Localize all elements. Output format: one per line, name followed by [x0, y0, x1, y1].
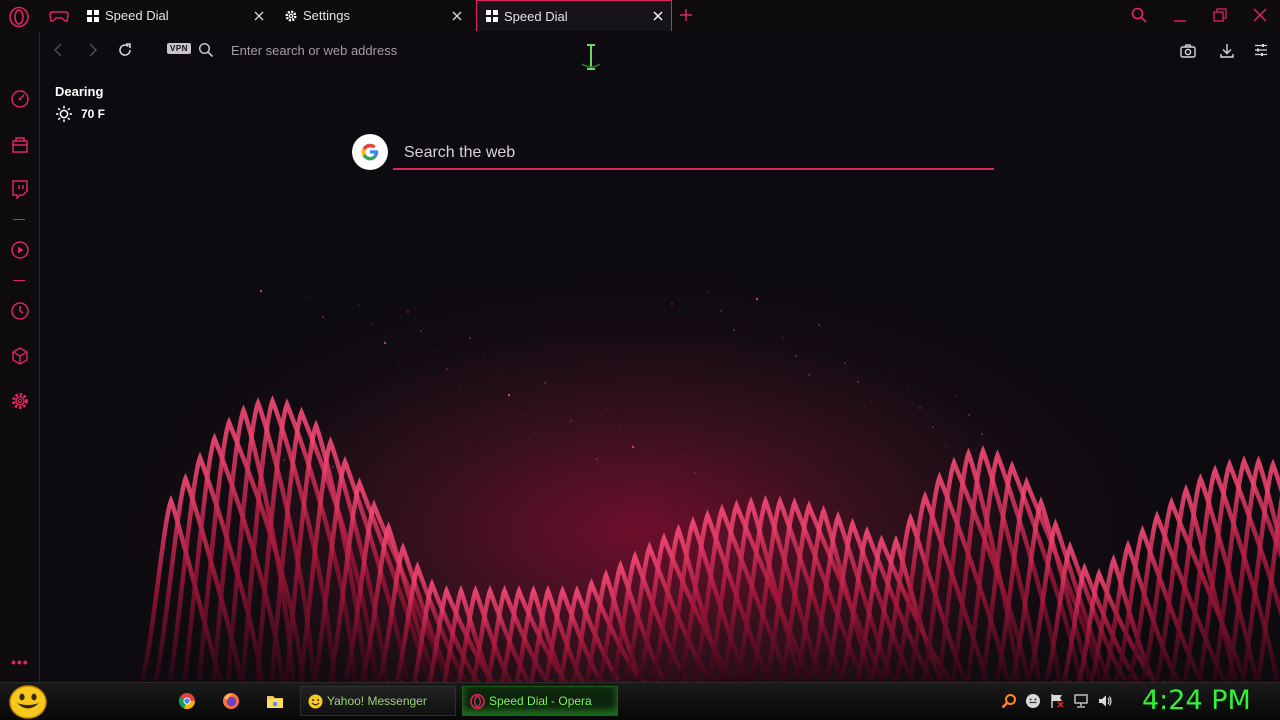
speed-dial-icon [485, 9, 499, 23]
address-bar: VPN [41, 31, 1280, 71]
yahoo-messenger-icon [308, 694, 323, 709]
search-icon[interactable] [1001, 693, 1017, 709]
player-icon[interactable] [10, 240, 30, 260]
tab-speed-dial-active[interactable]: Speed Dial [476, 0, 672, 31]
gear-icon [284, 9, 298, 23]
tab-label: Speed Dial [504, 8, 568, 24]
history-icon[interactable] [10, 301, 30, 321]
opera-menu-icon[interactable] [8, 6, 30, 28]
tab-label: Settings [303, 8, 350, 23]
search-icon [198, 42, 214, 58]
sun-icon [55, 105, 73, 123]
settings-icon[interactable] [10, 391, 30, 411]
camera-icon[interactable] [1179, 42, 1197, 60]
opera-icon [470, 693, 485, 709]
gx-corner-icon[interactable] [48, 6, 70, 26]
sidebar-divider [13, 280, 25, 281]
weather-temperature: 70 F [81, 107, 106, 121]
taskbar-button-label: Speed Dial - Opera [489, 694, 592, 708]
tab-settings[interactable]: Settings [276, 0, 470, 31]
sidebar-divider [13, 219, 25, 220]
taskbar-yahoo-messenger[interactable]: Yahoo! Messenger [300, 686, 456, 716]
tab-speed-dial-1[interactable]: Speed Dial [78, 0, 272, 31]
minimize-icon[interactable] [1171, 6, 1189, 24]
taskbar-opera[interactable]: Speed Dial - Opera [462, 686, 618, 716]
network-icon[interactable] [1073, 693, 1089, 709]
speed-dial-icon [86, 9, 100, 23]
new-tab-button[interactable] [678, 7, 694, 23]
taskbar-clock[interactable]: 4:24 PM [1142, 685, 1251, 716]
close-tab-icon[interactable] [651, 9, 665, 23]
text-cursor-icon [579, 43, 603, 71]
speed-dial-icon[interactable] [10, 89, 30, 109]
firefox-icon[interactable] [222, 692, 240, 710]
volume-icon[interactable] [1097, 693, 1113, 709]
address-input[interactable] [225, 39, 757, 61]
tab-strip: Speed Dial Settings Speed Dial [0, 0, 1280, 31]
vpn-badge[interactable]: VPN [167, 43, 191, 54]
reload-button[interactable] [116, 41, 134, 59]
sidebar: ••• [0, 31, 40, 682]
messenger-icon[interactable] [1025, 693, 1041, 709]
web-search-box [352, 134, 994, 184]
speed-dial-page: VPN Dearing 70 F [41, 31, 1280, 682]
close-icon[interactable] [1251, 6, 1269, 24]
shopping-icon[interactable] [10, 134, 30, 154]
tab-label: Speed Dial [105, 8, 169, 23]
twitch-icon[interactable] [10, 179, 30, 199]
restore-icon[interactable] [1211, 6, 1229, 24]
weather-city: Dearing [55, 84, 104, 99]
search-tabs-icon[interactable] [1130, 6, 1148, 24]
flag-icon[interactable] [1049, 693, 1065, 709]
chrome-icon[interactable] [178, 692, 196, 710]
close-tab-icon[interactable] [252, 9, 266, 23]
download-icon[interactable] [1218, 42, 1236, 60]
sidebar-more-button[interactable]: ••• [11, 654, 29, 670]
smiley-start-icon[interactable] [8, 684, 48, 720]
back-button[interactable] [50, 41, 68, 59]
taskbar: Yahoo! Messenger Speed Dial - Opera 4:24… [0, 682, 1280, 720]
wallpaper-image [138, 289, 1280, 682]
close-tab-icon[interactable] [450, 9, 464, 23]
weather-widget[interactable]: Dearing 70 F [55, 84, 105, 123]
taskbar-button-label: Yahoo! Messenger [327, 694, 427, 708]
easy-setup-icon[interactable] [1253, 42, 1269, 58]
forward-button[interactable] [83, 41, 101, 59]
web-search-input[interactable] [393, 138, 994, 170]
weather-row: 70 F [55, 105, 105, 123]
google-icon[interactable] [352, 134, 388, 170]
file-explorer-icon[interactable] [266, 692, 284, 710]
extensions-icon[interactable] [10, 346, 30, 366]
